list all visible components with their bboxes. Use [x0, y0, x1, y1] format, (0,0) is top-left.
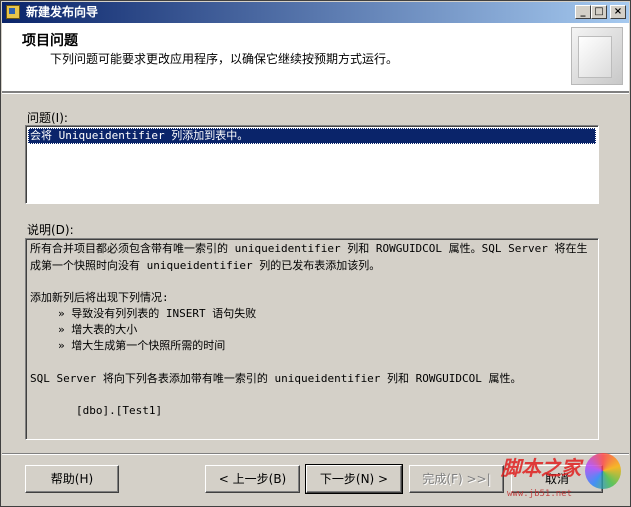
description-line: 添加新列后将出现下列情况:: [30, 291, 169, 304]
wizard-banner-image: [571, 27, 623, 85]
issues-list[interactable]: 会将 Uniqueidentifier 列添加到表中。: [25, 125, 599, 204]
title-bar[interactable]: 新建发布向导 _ □ ×: [2, 2, 629, 23]
description-label: 说明(D):: [27, 223, 74, 237]
finish-button: 完成(F) >>|: [409, 465, 504, 493]
description-line: 成第一个快照时向没有 uniqueidentifier 列的已发布表添加该列。: [30, 259, 381, 272]
description-bullet: » 导致没有列列表的 INSERT 语句失败: [58, 307, 257, 320]
footer-divider: [2, 453, 629, 455]
description-line: SQL Server 将向下列各表添加带有唯一索引的 uniqueidentif…: [30, 372, 522, 385]
back-button[interactable]: < 上一步(B): [205, 465, 300, 493]
list-item[interactable]: 会将 Uniqueidentifier 列添加到表中。: [28, 128, 596, 144]
help-button[interactable]: 帮助(H): [25, 465, 119, 493]
page-subtitle: 下列问题可能要求更改应用程序，以确保它继续按预期方式运行。: [50, 52, 399, 66]
close-button[interactable]: ×: [610, 5, 626, 19]
app-icon: [6, 5, 20, 19]
wizard-window: 新建发布向导 _ □ × 项目问题 下列问题可能要求更改应用程序，以确保它继续按…: [0, 0, 631, 507]
watermark-url: www.jb51.net: [507, 489, 573, 499]
watermark-logo: [585, 453, 621, 489]
maximize-button[interactable]: □: [591, 5, 607, 19]
description-bullet: » 增大表的大小: [58, 323, 138, 336]
next-button[interactable]: 下一步(N) >: [305, 464, 403, 494]
header-divider: [2, 92, 629, 94]
window-title: 新建发布向导: [26, 5, 99, 19]
issues-label: 问题(I):: [27, 111, 68, 125]
minimize-button[interactable]: _: [575, 5, 591, 19]
page-title: 项目问题: [22, 33, 78, 49]
description-line: 所有合并项目都必须包含带有唯一索引的 uniqueidentifier 列和 R…: [30, 242, 588, 255]
table-name: [dbo].[Test1]: [76, 404, 163, 417]
wizard-header: 项目问题 下列问题可能要求更改应用程序，以确保它继续按预期方式运行。: [2, 23, 629, 92]
description-text-box[interactable]: 所有合并项目都必须包含带有唯一索引的 uniqueidentifier 列和 R…: [25, 238, 599, 440]
description-bullet: » 增大生成第一个快照所需的时间: [58, 339, 226, 352]
